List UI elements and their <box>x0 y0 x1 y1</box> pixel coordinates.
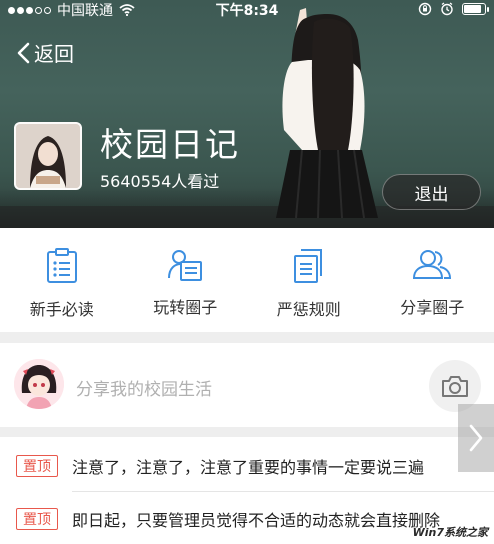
pinned-badge: 置顶 <box>16 508 58 530</box>
menu-item-newbie-guide[interactable]: 新手必读 <box>0 228 124 332</box>
menu-item-punishment-rules[interactable]: 严惩规则 <box>247 228 371 332</box>
person-card-icon <box>168 250 203 281</box>
user-avatar-image <box>14 359 64 409</box>
back-label: 返回 <box>34 42 74 66</box>
section-divider <box>0 427 494 437</box>
pinned-badge: 置顶 <box>16 455 58 477</box>
document-list-icon <box>46 248 77 283</box>
status-bar: 中国联通 下午8:34 <box>0 0 494 20</box>
circle-avatar[interactable] <box>14 122 82 190</box>
circle-avatar-image <box>16 124 80 188</box>
pinned-post[interactable]: 置顶 注意了，注意了，注意了重要的事情一定要说三遍 <box>0 441 494 491</box>
exit-button[interactable]: 退出 <box>382 174 481 210</box>
copy-document-icon <box>293 249 322 283</box>
rotation-lock-icon <box>418 2 432 16</box>
share-composer: 分享我的校园生活 <box>0 343 494 427</box>
alarm-icon <box>441 2 453 16</box>
list-divider <box>72 491 494 492</box>
quick-menu: 新手必读 玩转圈子 严惩规则 分享圈子 <box>0 228 494 332</box>
camera-icon <box>442 376 468 397</box>
menu-item-label: 玩转圈子 <box>153 298 218 317</box>
banner-girl-illustration <box>276 8 378 219</box>
battery-icon <box>462 3 489 15</box>
back-button[interactable]: 返回 <box>16 38 74 67</box>
user-avatar[interactable] <box>14 359 64 409</box>
share-input[interactable]: 分享我的校园生活 <box>76 375 212 400</box>
watermark: Win7系统之家 <box>412 526 488 539</box>
next-page-button[interactable] <box>458 404 494 472</box>
menu-item-label: 分享圈子 <box>400 298 465 317</box>
menu-item-label: 严惩规则 <box>276 300 341 319</box>
group-users-icon <box>413 250 452 279</box>
header-banner: 中国联通 下午8:34 返回 校园日记 5640554人看过 退出 <box>0 0 494 228</box>
menu-item-label: 新手必读 <box>29 300 94 319</box>
chevron-left-icon <box>17 42 30 63</box>
menu-item-play-circle[interactable]: 玩转圈子 <box>124 228 248 332</box>
view-count: 5640554人看过 <box>100 172 220 191</box>
chevron-right-icon <box>469 424 483 452</box>
section-divider <box>0 332 494 343</box>
page-title: 校园日记 <box>100 125 240 164</box>
menu-item-share-circle[interactable]: 分享圈子 <box>371 228 494 332</box>
post-title: 注意了，注意了，注意了重要的事情一定要说三遍 <box>72 458 425 477</box>
